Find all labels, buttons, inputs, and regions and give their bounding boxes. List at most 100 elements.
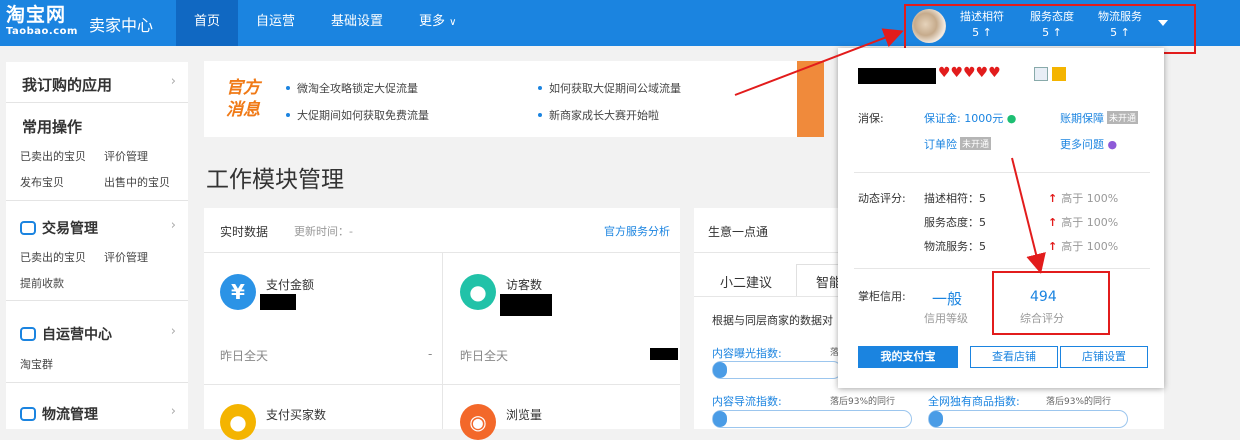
id-card-icon	[1034, 67, 1048, 81]
link-items-on-sale[interactable]: 出售中的宝贝	[104, 174, 170, 190]
truck-icon	[20, 407, 36, 421]
arrow-up-icon: ↑	[1048, 216, 1058, 229]
unique-items-index-bar	[928, 410, 1128, 428]
more-questions-link[interactable]: 更多问题 ●	[1060, 136, 1117, 152]
score-service: 服务态度：5	[924, 216, 986, 229]
nav-more[interactable]: 更多 ∨	[401, 0, 474, 46]
exposure-index-bar	[712, 361, 842, 379]
news-item[interactable]: 如何获取大促期间公域流量	[538, 80, 681, 96]
metric-label: 支付买家数	[266, 408, 327, 422]
caret-down-icon[interactable]	[1158, 20, 1168, 26]
metric-label: 访客数	[506, 278, 543, 292]
sidebar-heading: 物流管理	[42, 407, 98, 423]
credit-score-highlight	[992, 271, 1110, 335]
news-item[interactable]: 大促期间如何获取免费流量	[286, 107, 429, 123]
compare-text: 高于 100%	[1061, 192, 1119, 205]
chevron-right-icon[interactable]: ›	[171, 218, 176, 233]
credit-label: 掌柜信用:	[858, 290, 906, 303]
compare-text: 高于 100%	[1061, 240, 1119, 253]
shop-ratings-highlight: 描述相符 5 ↑ 服务态度 5 ↑ 物流服务 5 ↑	[904, 4, 1196, 54]
shop-settings-button[interactable]: 店铺设置	[1060, 346, 1148, 368]
rating-label: 物流服务	[1098, 10, 1142, 23]
account-protection-text: 账期保障	[1060, 112, 1104, 125]
divider	[854, 172, 1150, 173]
chat-icon	[20, 327, 36, 341]
divider	[6, 382, 188, 383]
taobao-logo[interactable]: 淘宝网 Taobao.com	[6, 6, 78, 37]
nav-self-operation[interactable]: 自运营	[238, 0, 313, 46]
card-title: 实时数据	[220, 225, 269, 239]
rating-service[interactable]: 服务态度 5 ↑	[1030, 10, 1074, 40]
metric-label: 浏览量	[506, 408, 543, 422]
score-description: 描述相符：5	[924, 192, 986, 205]
realtime-data-card: 实时数据 更新时间：- 官方服务分析 ¥ 支付金额 昨日全天 - ● 访客数 昨…	[204, 208, 680, 440]
link-reviews[interactable]: 评价管理	[104, 249, 148, 265]
sidebar-subscribed-apps[interactable]: 我订购的应用	[22, 74, 182, 95]
divider	[854, 268, 1150, 269]
traffic-index-bar	[712, 410, 912, 428]
rating-value: 5 ↑	[972, 26, 992, 39]
chevron-down-icon: ∨	[449, 17, 457, 28]
bar-label: 全网独有商品指数:	[928, 395, 1020, 408]
divider	[6, 300, 188, 301]
bar-label: 内容曝光指数:	[712, 347, 782, 360]
chevron-right-icon[interactable]: ›	[171, 324, 176, 339]
order-insurance-link[interactable]: 订单险 未开通	[924, 136, 992, 152]
account-protection-link[interactable]: 账期保障 未开通	[1060, 110, 1139, 126]
link-publish-item[interactable]: 发布宝贝	[20, 174, 64, 190]
link-taobao-group[interactable]: 淘宝群	[20, 356, 53, 372]
rating-logistics[interactable]: 物流服务 5 ↑	[1098, 10, 1142, 40]
news-item[interactable]: 微淘全攻略锁定大促流量	[286, 80, 418, 96]
check-circle-icon: ●	[1006, 112, 1017, 125]
arrow-up-icon: ↑	[1048, 240, 1058, 253]
tab-assistant-advice[interactable]: 小二建议	[720, 272, 772, 291]
divider	[6, 200, 188, 201]
rating-description[interactable]: 描述相符 5 ↑	[960, 10, 1004, 40]
chevron-right-icon[interactable]: ›	[171, 404, 176, 419]
dynamic-score-label: 动态评分:	[858, 192, 906, 205]
link-sold-items[interactable]: 已卖出的宝贝	[20, 249, 86, 265]
rating-value: 5 ↑	[1110, 26, 1130, 39]
promo-banner[interactable]	[797, 61, 824, 137]
nav-more-label: 更多	[419, 14, 446, 29]
news-item[interactable]: 新商家成长大赛开始啦	[538, 107, 659, 123]
more-questions-text: 更多问题	[1060, 138, 1104, 151]
chevron-right-icon[interactable]: ›	[171, 74, 176, 89]
avatar[interactable]	[912, 9, 946, 43]
sidebar-heading: 我订购的应用	[22, 76, 113, 94]
credit-level-caption: 信用等级	[924, 312, 968, 325]
seller-center-title: 卖家中心	[89, 16, 154, 35]
link-early-payment[interactable]: 提前收款	[20, 275, 64, 291]
deposit-link[interactable]: 保证金: 1000元 ●	[924, 110, 1016, 126]
shop-info-popup: ♥♥♥♥♥ 消保: 保证金: 1000元 ● 账期保障 未开通 订单险 未开通 更多…	[838, 48, 1164, 388]
nav-basic-settings[interactable]: 基础设置	[313, 0, 401, 46]
bar-note: 落后93%的同行	[1046, 397, 1112, 407]
order-insurance-text: 订单险	[924, 138, 957, 151]
credit-level: 一般	[932, 290, 963, 308]
rating-label: 服务态度	[1030, 10, 1074, 23]
rating-label: 描述相符	[960, 10, 1004, 23]
metric-sub-label: 昨日全天	[220, 349, 269, 363]
service-analysis-link[interactable]: 官方服务分析	[604, 223, 670, 239]
status-badge: 未开通	[960, 137, 992, 150]
score-logistics: 物流服务：5	[924, 240, 986, 253]
bar-note: 落后93%的同行	[830, 397, 896, 407]
sidebar-heading: 常用操作	[22, 118, 83, 136]
redacted-value	[500, 294, 552, 316]
main-nav: 首页 自运营 基础设置 更多 ∨	[176, 0, 474, 46]
score-compare: ↑ 高于 100%	[1048, 190, 1118, 206]
description: 根据与同层商家的数据对	[712, 314, 833, 327]
score-compare: ↑ 高于 100%	[1048, 238, 1118, 254]
metric-sub-value: -	[428, 347, 433, 361]
divider	[204, 384, 680, 385]
redacted-value	[260, 294, 296, 310]
official-news-panel: 官方 消息 微淘全攻略锁定大促流量 如何获取大促期间公域流量 大促期间如何获取免…	[204, 61, 824, 137]
credit-hearts: ♥♥♥♥♥	[938, 65, 1001, 81]
my-alipay-button[interactable]: 我的支付宝	[858, 346, 958, 368]
redacted-value	[650, 348, 678, 360]
compare-text: 高于 100%	[1061, 216, 1119, 229]
nav-home[interactable]: 首页	[176, 0, 239, 46]
link-sold-items[interactable]: 已卖出的宝贝	[20, 148, 86, 164]
link-reviews[interactable]: 评价管理	[104, 148, 148, 164]
view-shop-button[interactable]: 查看店铺	[970, 346, 1058, 368]
